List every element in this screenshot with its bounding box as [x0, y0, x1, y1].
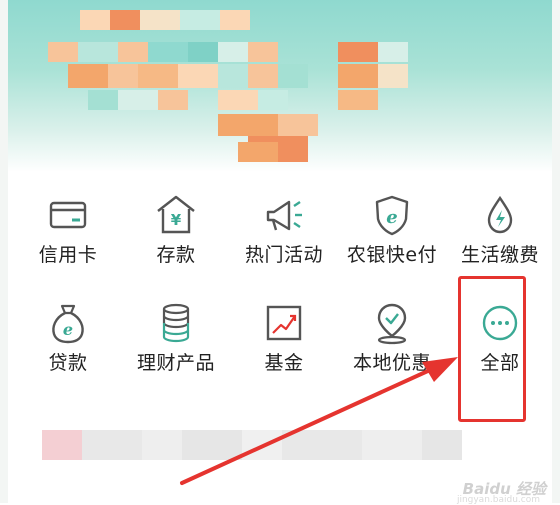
menu-item-loans[interactable]: e 贷款: [14, 288, 122, 388]
menu-item-label: 生活缴费: [460, 244, 539, 266]
banner-pixel-block: [140, 10, 180, 30]
banner-pixel-block: [88, 90, 118, 110]
megaphone-icon: [261, 192, 307, 238]
menu-item-funds[interactable]: 基金: [230, 288, 338, 388]
blurred-block: [82, 430, 142, 460]
banner-pixel-block: [78, 42, 118, 62]
banner-pixel-block: [278, 64, 308, 88]
coin-stack-icon: [153, 300, 199, 346]
menu-item-abc-quick-pay[interactable]: e 农银快e付: [338, 180, 446, 280]
menu-item-label: 基金: [264, 352, 304, 374]
banner-pixel-block: [338, 64, 378, 88]
banner-pixel-block: [248, 42, 278, 62]
menu-item-credit-card[interactable]: 信用卡: [14, 180, 122, 280]
svg-text:e: e: [63, 320, 73, 339]
banner-pixel-block: [180, 10, 220, 30]
trend-chart-icon: [261, 300, 307, 346]
banner-pixel-block: [238, 142, 278, 162]
watermark-subtext: jingyan.baidu.com: [456, 495, 540, 505]
svg-text:e: e: [386, 207, 397, 228]
menu-item-label: 农银快e付: [346, 244, 438, 266]
banner-pixel-block: [118, 42, 148, 62]
banner-pixel-block: [68, 64, 108, 88]
banner-pixel-block: [220, 10, 250, 30]
banner-pixel-block: [178, 64, 218, 88]
banner-pixel-block: [118, 90, 158, 110]
menu-item-deposit[interactable]: ¥ 存款: [122, 180, 230, 280]
banner-pixel-block: [188, 42, 218, 62]
blurred-block: [422, 430, 462, 460]
banner-pixel-block: [218, 42, 248, 62]
money-bag-icon: e: [45, 300, 91, 346]
location-pin-icon: [369, 300, 415, 346]
menu-item-label: 热门活动: [244, 244, 323, 266]
banner-pixel-block: [138, 64, 178, 88]
menu-item-wealth-products[interactable]: 理财产品: [122, 288, 230, 388]
blurred-block: [242, 430, 282, 460]
blurred-block: [142, 430, 182, 460]
credit-card-icon: [45, 192, 91, 238]
banner-pixel-block: [218, 90, 258, 110]
water-drop-bolt-icon: [477, 192, 523, 238]
banner-pixel-block: [378, 64, 408, 88]
deposit-house-icon: ¥: [153, 192, 199, 238]
blurred-content-strip: [8, 412, 552, 472]
banner-pixel-block: [218, 114, 278, 136]
banner-pixel-block: [148, 42, 188, 62]
banner-pixel-block: [258, 90, 288, 110]
menu-item-label: 理财产品: [136, 352, 215, 374]
menu-item-hot-activities[interactable]: 热门活动: [230, 180, 338, 280]
promo-banner-pixelated[interactable]: [8, 0, 552, 172]
menu-item-label: 本地优惠: [352, 352, 431, 374]
menu-item-label: 贷款: [48, 352, 88, 374]
banner-pixel-block: [338, 90, 378, 110]
blurred-block: [362, 430, 422, 460]
screen-edge-left: [0, 0, 8, 503]
annotation-highlight-box: [458, 276, 526, 422]
menu-item-label: 信用卡: [38, 244, 98, 266]
banner-pixel-block: [158, 90, 188, 110]
menu-item-local-offers[interactable]: 本地优惠: [338, 288, 446, 388]
blurred-block: [182, 430, 242, 460]
banner-pixel-block: [48, 42, 78, 62]
app-screen: 信用卡 ¥ 存款 热门活动 e 农银快e付 生活缴费 e 贷款 理财产品 基金 …: [0, 0, 560, 505]
banner-pixel-block: [338, 42, 378, 62]
blurred-block: [282, 430, 362, 460]
blurred-block: [42, 430, 82, 460]
menu-item-label: 存款: [156, 244, 196, 266]
e-pay-shield-icon: e: [369, 192, 415, 238]
banner-pixel-block: [248, 64, 278, 88]
banner-pixel-block: [108, 64, 138, 88]
banner-pixel-block: [110, 10, 140, 30]
banner-pixel-block: [80, 10, 110, 30]
banner-pixel-block: [218, 64, 248, 88]
banner-pixel-block: [378, 42, 408, 62]
svg-text:¥: ¥: [171, 211, 182, 229]
menu-item-utility-payment[interactable]: 生活缴费: [446, 180, 554, 280]
banner-pixel-block: [278, 114, 318, 136]
